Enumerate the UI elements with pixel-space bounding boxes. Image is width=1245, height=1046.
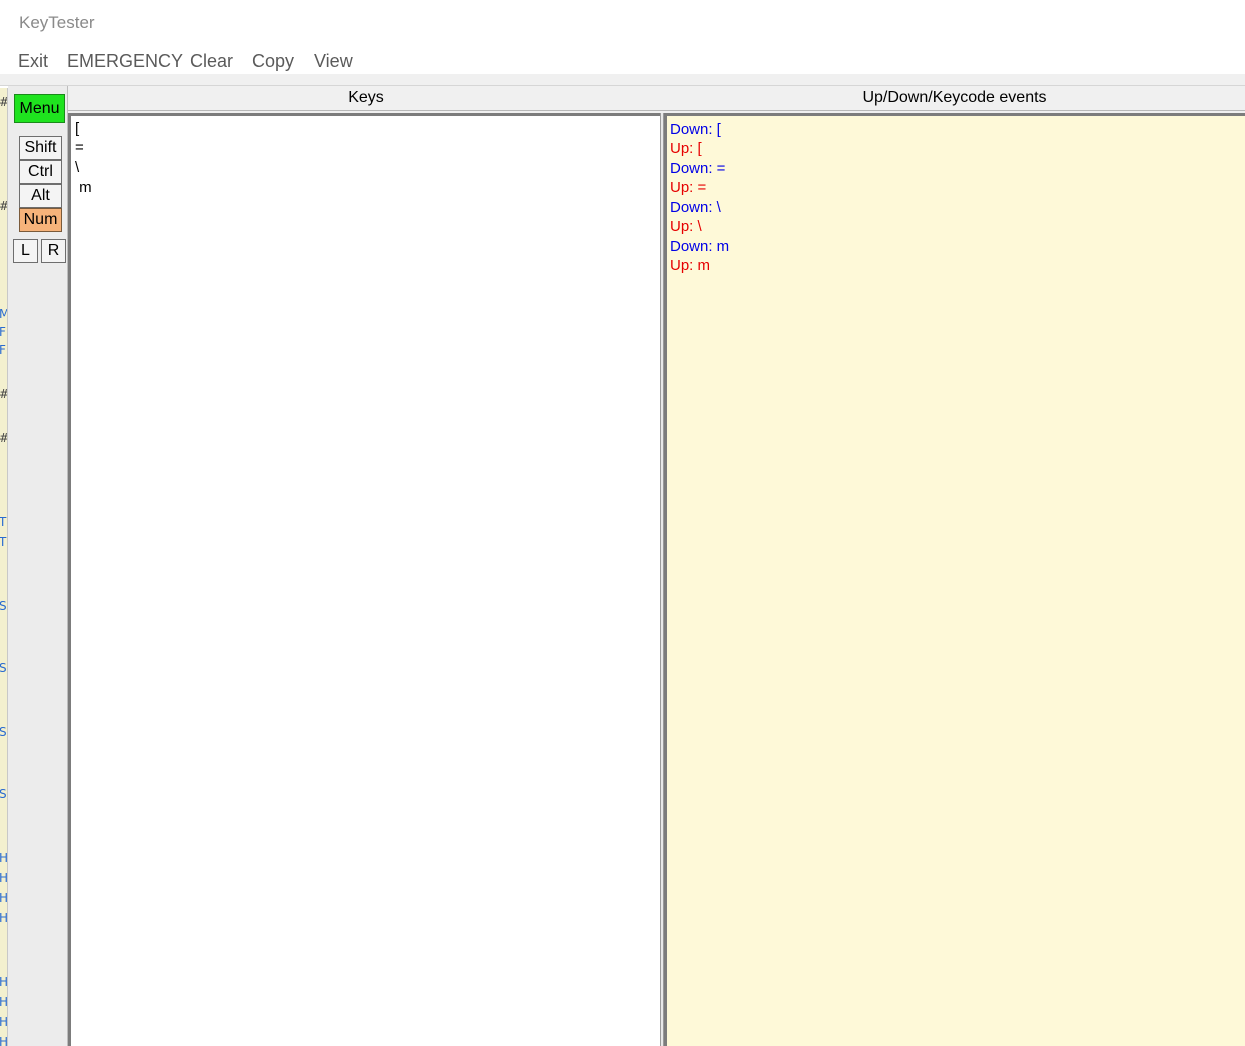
key-line: \ <box>75 159 80 176</box>
event-down: Down: [ <box>670 121 721 138</box>
event-down: Down: m <box>670 238 730 255</box>
menu-separator <box>0 74 1245 86</box>
key-line: [ <box>75 120 80 137</box>
left-side-indicator[interactable]: L <box>13 239 38 263</box>
right-side-indicator[interactable]: R <box>41 239 66 263</box>
keys-header: Keys <box>68 86 664 111</box>
event-down: Down: = <box>670 160 726 177</box>
bg-glyph: # <box>0 200 7 212</box>
bg-glyph: S <box>0 662 7 674</box>
event-up: Up: \ <box>670 218 702 235</box>
bg-glyph: # <box>0 388 7 400</box>
bg-glyph: H <box>0 976 7 988</box>
client-area: Menu Shift Ctrl Alt Num L R Keys Up/Down… <box>8 86 1245 1046</box>
bg-glyph: H <box>0 912 7 924</box>
bg-glyph: H <box>0 892 7 904</box>
events-header: Up/Down/Keycode events <box>664 86 1245 111</box>
alt-indicator[interactable]: Alt <box>19 184 62 208</box>
bg-glyph: T <box>0 536 6 548</box>
menu-exit[interactable]: Exit <box>18 51 48 72</box>
event-up: Up: [ <box>670 140 702 157</box>
menu-view[interactable]: View <box>314 51 353 72</box>
bg-glyph: # <box>0 432 7 444</box>
modifier-column: Menu Shift Ctrl Alt Num L R <box>8 86 68 1046</box>
ctrl-indicator[interactable]: Ctrl <box>19 160 62 184</box>
menu-copy[interactable]: Copy <box>252 51 294 72</box>
bg-glyph: F <box>0 344 6 356</box>
menu-bar: Exit EMERGENCY Clear Copy View <box>0 46 1245 74</box>
events-log[interactable]: Down: [ Up: [ Down: = Up: = Down: \ Up: … <box>664 113 1245 1046</box>
bg-glyph: H <box>0 852 7 864</box>
bg-glyph: M <box>0 308 7 320</box>
num-indicator[interactable]: Num <box>19 208 62 232</box>
bg-glyph: H <box>0 1036 7 1046</box>
background-window-strip: # # M F F # # T T S S S S H H H H H H H … <box>0 88 8 1046</box>
menu-button[interactable]: Menu <box>14 94 65 123</box>
bg-glyph: S <box>0 726 7 738</box>
key-line: = <box>75 139 84 156</box>
bg-glyph: T <box>0 516 6 528</box>
bg-glyph: S <box>0 788 7 800</box>
menu-emergency[interactable]: EMERGENCY <box>67 51 183 72</box>
bg-glyph: H <box>0 872 7 884</box>
bg-glyph: H <box>0 996 7 1008</box>
bg-glyph: S <box>0 600 7 612</box>
window-title: KeyTester <box>19 13 95 32</box>
event-up: Up: = <box>670 179 707 196</box>
key-line: m <box>75 179 92 196</box>
menu-clear[interactable]: Clear <box>190 51 233 72</box>
event-up: Up: m <box>670 257 711 274</box>
bg-glyph: # <box>0 96 7 108</box>
shift-indicator[interactable]: Shift <box>19 136 62 160</box>
title-bar: KeyTester <box>0 0 1245 46</box>
bg-glyph: H <box>0 1016 7 1028</box>
event-down: Down: \ <box>670 199 721 216</box>
bg-glyph: F <box>0 326 6 338</box>
keys-text-area[interactable]: [ = \ m <box>68 113 660 1046</box>
